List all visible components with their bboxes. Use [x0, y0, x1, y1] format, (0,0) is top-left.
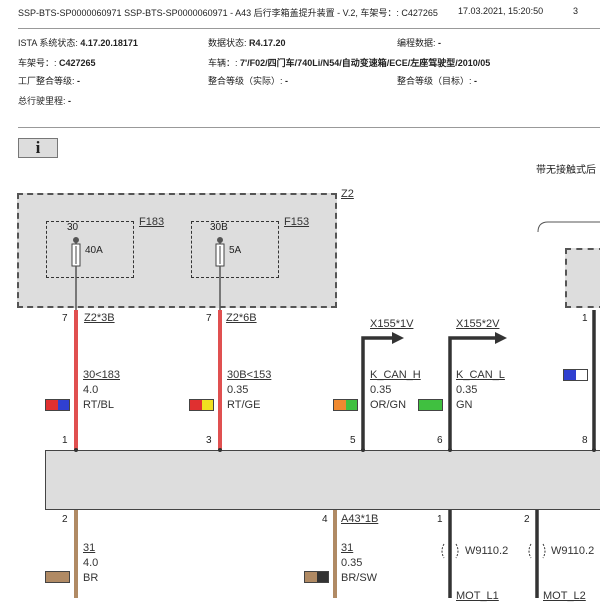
wire5-name[interactable]: 31: [83, 542, 95, 554]
pin-5: 5: [350, 435, 356, 446]
wire4-swatch: [418, 399, 443, 411]
pin-2b: 2: [524, 514, 530, 525]
target-label: 整合等级（目标）:: [397, 76, 472, 86]
wire5-size: 4.0: [83, 557, 99, 569]
wire6-swatch: [304, 571, 329, 583]
wire6-color: BR/SW: [341, 572, 378, 584]
wire2-swatch: [189, 399, 214, 411]
wire8-swatch: [563, 369, 588, 381]
actual-level: 整合等级（实际）: -: [208, 74, 288, 87]
wire4-arrow: [495, 332, 507, 344]
pin-1-top: 1: [582, 313, 588, 324]
z2-link[interactable]: Z2: [341, 188, 354, 200]
pin-1: 1: [62, 435, 68, 446]
ista-label: ISTA 系统状态:: [18, 38, 78, 48]
twist-marker-a: [441, 543, 459, 559]
f183-link[interactable]: F183: [139, 216, 164, 228]
twist-marker-b: [528, 543, 546, 559]
a43-1b-link[interactable]: A43*1B: [341, 513, 378, 525]
wire3-arrow: [392, 332, 404, 344]
data-value: R4.17.20: [249, 38, 286, 48]
connector-bar: [45, 450, 600, 510]
x155-2v-link[interactable]: X155*2V: [456, 318, 499, 330]
mileage-value: -: [68, 96, 72, 106]
wire2-size: 0.35: [227, 384, 249, 396]
pin-7b: 7: [206, 313, 212, 324]
wire2-name[interactable]: 30B<153: [227, 369, 271, 381]
data-status: 数据状态: R4.17.20: [208, 36, 286, 49]
mot-l2-link[interactable]: MOT_L2: [543, 590, 586, 602]
wire6-name[interactable]: 31: [341, 542, 353, 554]
right-bracket: [537, 221, 600, 233]
header-divider: [18, 28, 600, 29]
w9110-label-b: W9110.2: [551, 545, 595, 557]
wire3-swatch: [333, 399, 358, 411]
x155-1v-link[interactable]: X155*1V: [370, 318, 413, 330]
f183-rating: 40A: [85, 245, 103, 256]
pin-8: 8: [582, 435, 588, 446]
z2-6b-link[interactable]: Z2*6B: [226, 312, 257, 324]
wire5-color: BR: [83, 572, 99, 584]
f153-pin-label: 30B: [210, 222, 228, 233]
page-number: 3: [573, 6, 579, 16]
prog-label: 编程数据:: [397, 38, 436, 48]
diagram-caption: 带无接触式后: [536, 165, 596, 176]
actual-label: 整合等级（实际）:: [208, 76, 283, 86]
pin-7a: 7: [62, 313, 68, 324]
wire5-swatch: [45, 571, 70, 583]
target-level: 整合等级（目标）: -: [397, 74, 477, 87]
pin-4: 4: [322, 514, 328, 525]
f153-link[interactable]: F153: [284, 216, 309, 228]
wire2-color: RT/GE: [227, 399, 261, 411]
pin-1b: 1: [437, 514, 443, 525]
wire4-size: 0.35: [456, 384, 478, 396]
info-icon-button[interactable]: i: [18, 138, 58, 158]
wire1-color: RT/BL: [83, 399, 114, 411]
wire3-name[interactable]: K_CAN_H: [370, 369, 421, 381]
wire1-swatch: [45, 399, 70, 411]
pin-3: 3: [206, 435, 212, 446]
ista-status: ISTA 系统状态: 4.17.20.18171: [18, 36, 138, 49]
mileage: 总行驶里程: -: [18, 94, 71, 107]
factory-level: 工厂整合等级: -: [18, 74, 80, 87]
wire6-size: 0.35: [341, 557, 363, 569]
pin-6: 6: [437, 435, 443, 446]
factory-value: -: [77, 76, 81, 86]
target-value: -: [474, 76, 478, 86]
w9110-label-a: W9110.2: [465, 545, 509, 557]
z2-3b-link[interactable]: Z2*3B: [84, 312, 115, 324]
mileage-label: 总行驶里程:: [18, 96, 66, 106]
doc-datetime: 17.03.2021, 15:20:50: [458, 6, 544, 16]
wire1-name[interactable]: 30<183: [83, 369, 120, 381]
wire1-size: 4.0: [83, 384, 99, 396]
vin-value: C427265: [59, 58, 96, 68]
wire4-color: GN: [456, 399, 473, 411]
mot-l1-link[interactable]: MOT_L1: [456, 590, 499, 602]
data-label: 数据状态:: [208, 38, 247, 48]
f183-pin-label: 30: [67, 222, 79, 233]
actual-value: -: [285, 76, 289, 86]
ista-value: 4.17.20.18171: [80, 38, 138, 48]
info-icon: i: [35, 138, 41, 157]
prog-data: 编程数据: -: [397, 36, 441, 49]
wire4-name[interactable]: K_CAN_L: [456, 369, 505, 381]
vin-label: 车架号：:: [18, 58, 57, 68]
factory-label: 工厂整合等级:: [18, 76, 75, 86]
info-divider: [18, 127, 600, 128]
f153-rating: 5A: [229, 245, 242, 256]
prog-value: -: [438, 38, 442, 48]
vehicle: 车辆：: 7'/F02/四门车/740Li/N54/自动变速箱/ECE/左座驾驶…: [208, 56, 490, 69]
vehicle-value: 7'/F02/四门车/740Li/N54/自动变速箱/ECE/左座驾驶型/201…: [240, 58, 491, 68]
pin-2: 2: [62, 514, 68, 525]
right-component-box: [565, 248, 600, 308]
vin: 车架号：: C427265: [18, 56, 96, 69]
vehicle-label: 车辆：:: [208, 58, 238, 68]
wire3-color: OR/GN: [370, 399, 407, 411]
doc-title: SSP-BTS-SP0000060971 SSP-BTS-SP000006097…: [18, 8, 438, 18]
wire3-size: 0.35: [370, 384, 392, 396]
